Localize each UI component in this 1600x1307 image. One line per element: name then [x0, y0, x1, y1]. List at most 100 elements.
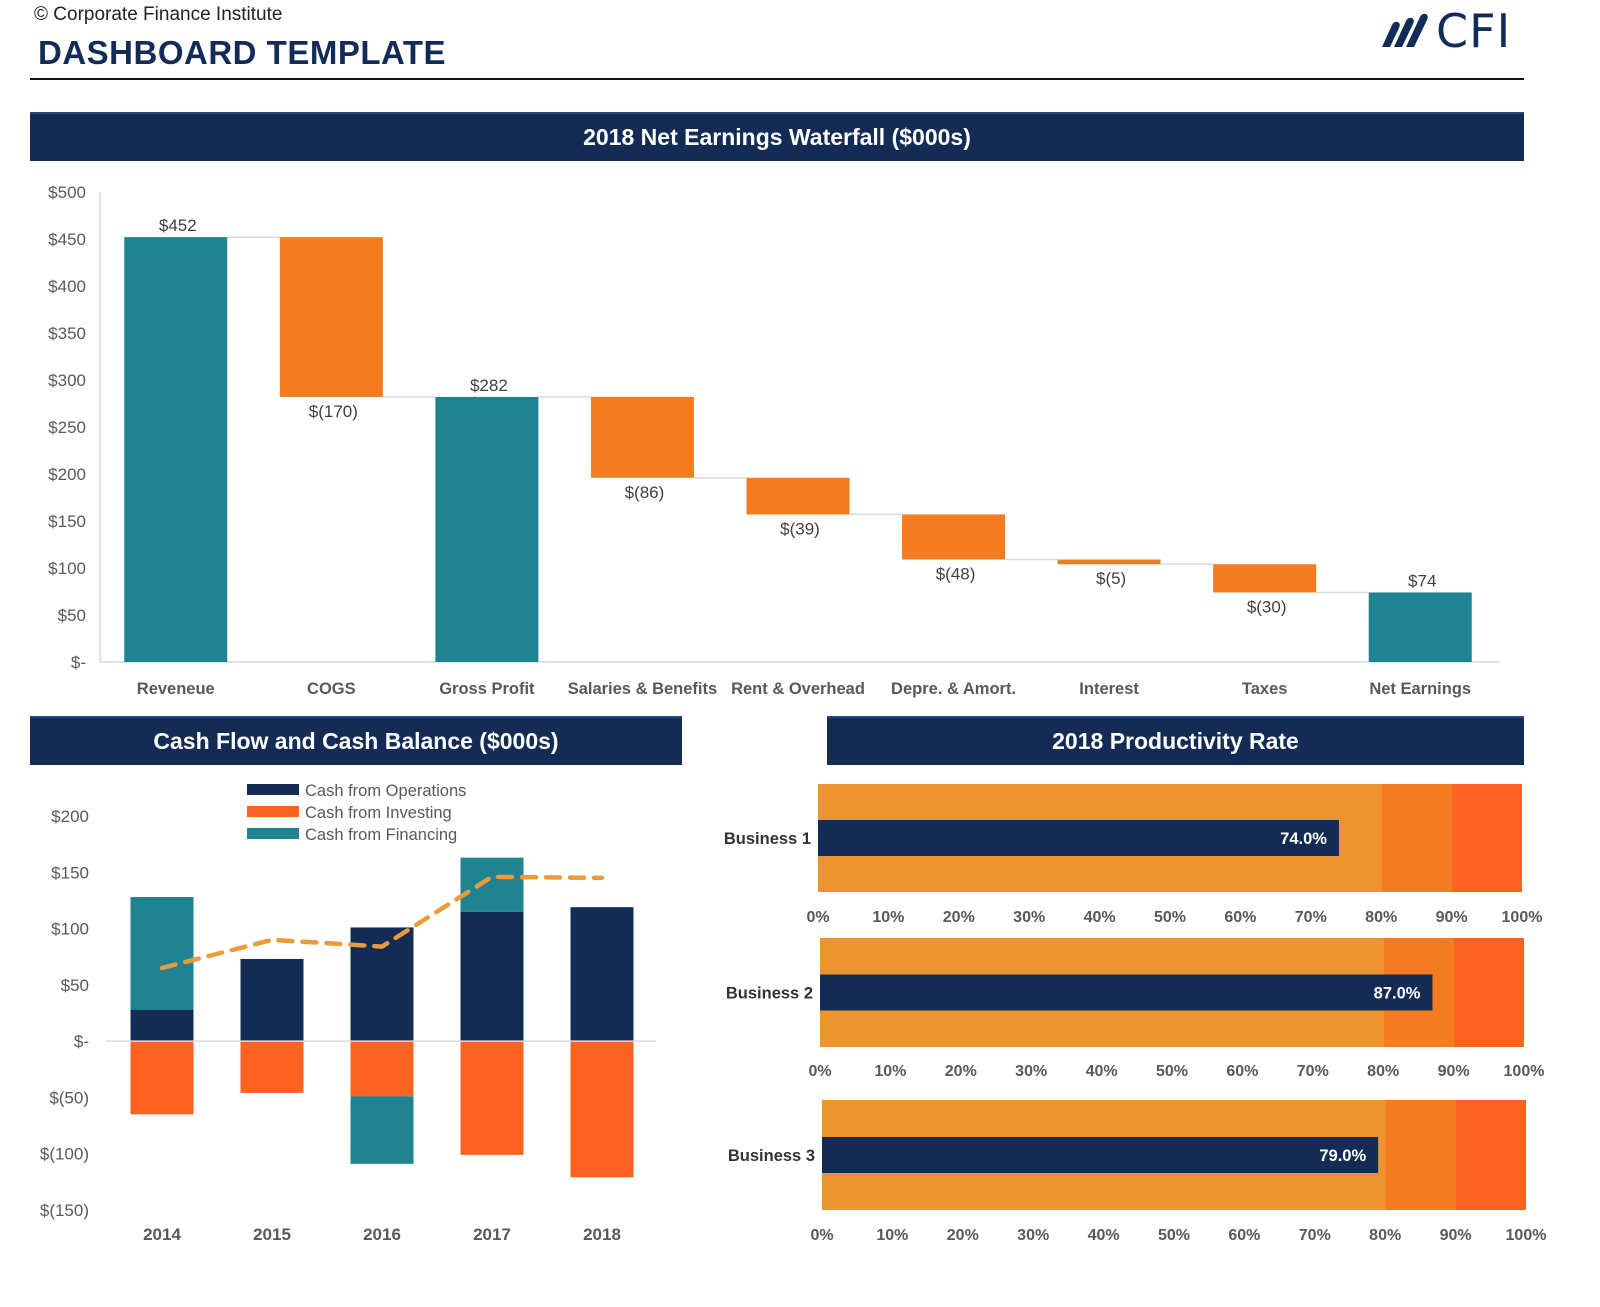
- waterfall-y-tick-label: $400: [48, 277, 86, 296]
- productivity-chart: 74.0% Business 1 0% 10% 20% 30% 40% 50% 60% 70% 80…: [724, 784, 1547, 1244]
- cashflow-chart: $(150) $(100) $(50) $- $50 $100 $150 $200 Cash f…: [40, 782, 656, 1244]
- waterfall-data-label: $282: [470, 376, 508, 395]
- productivity-band: [1453, 938, 1524, 1047]
- productivity-data-label: 87.0%: [1374, 985, 1421, 1003]
- waterfall-category-label: Net Earnings: [1369, 680, 1471, 698]
- productivity-x-tick-label: 10%: [874, 1063, 906, 1080]
- productivity-x-tick-label: 70%: [1299, 1227, 1331, 1244]
- waterfall-bar: [435, 396, 539, 662]
- waterfall-category-label: Depre. & Amort.: [891, 680, 1016, 698]
- productivity-x-tick-label: 40%: [1086, 1063, 1118, 1080]
- waterfall-data-label: $(170): [309, 402, 358, 421]
- legend-swatch: [247, 828, 299, 839]
- waterfall-data-label: $(5): [1096, 569, 1126, 588]
- waterfall-chart: $- $50 $100 $150 $200 $250 $300 $350 $400 $450 $50…: [48, 183, 1500, 698]
- productivity-x-tick-label: 10%: [876, 1227, 908, 1244]
- waterfall-bar: [902, 514, 1006, 560]
- cashflow-bar-segment: [130, 897, 194, 1010]
- productivity-x-tick-label: 50%: [1156, 1063, 1188, 1080]
- legend-swatch: [247, 806, 299, 817]
- productivity-x-tick-label: 90%: [1436, 909, 1468, 926]
- waterfall-data-label: $(30): [1247, 597, 1287, 616]
- productivity-x-tick-label: 40%: [1084, 909, 1116, 926]
- legend-swatch: [247, 784, 299, 795]
- cashflow-y-tick-label: $(100): [40, 1145, 89, 1164]
- cashflow-bar-segment: [570, 907, 634, 1042]
- productivity-band: [1385, 1100, 1456, 1210]
- waterfall-y-tick-label: $150: [48, 512, 86, 531]
- dashboard-charts: $- $50 $100 $150 $200 $250 $300 $350 $400 $450 $50…: [40, 183, 1547, 1244]
- productivity-x-tick-label: 100%: [1506, 1227, 1547, 1244]
- waterfall-data-label: $(39): [780, 519, 820, 538]
- waterfall-y-tick-label: $500: [48, 183, 86, 202]
- waterfall-bar: [746, 477, 850, 515]
- productivity-band: [1451, 784, 1522, 892]
- cashflow-y-tick-label: $150: [51, 863, 89, 882]
- cashflow-y-tick-label: $100: [51, 920, 89, 939]
- cashflow-category-label: 2016: [363, 1225, 401, 1244]
- productivity-x-tick-label: 80%: [1365, 909, 1397, 926]
- waterfall-y-tick-label: $50: [58, 606, 86, 625]
- cashflow-bar-segment: [570, 1041, 634, 1178]
- cashflow-category-label: 2015: [253, 1225, 291, 1244]
- waterfall-category-label: COGS: [307, 680, 356, 698]
- productivity-x-tick-label: 90%: [1440, 1227, 1472, 1244]
- waterfall-category-label: Interest: [1079, 680, 1139, 698]
- waterfall-y-tick-label: $100: [48, 559, 86, 578]
- productivity-x-tick-label: 20%: [943, 909, 975, 926]
- productivity-bar: [820, 974, 1433, 1011]
- productivity-category-label: Business 3: [728, 1147, 815, 1165]
- productivity-x-tick-label: 30%: [1013, 909, 1045, 926]
- waterfall-data-label: $(86): [625, 483, 665, 502]
- cashflow-category-label: 2014: [143, 1225, 181, 1244]
- waterfall-bar: [1368, 592, 1472, 662]
- productivity-x-tick-label: 20%: [947, 1227, 979, 1244]
- productivity-data-label: 74.0%: [1280, 830, 1327, 848]
- productivity-x-tick-label: 0%: [806, 909, 829, 926]
- legend-label: Cash from Operations: [305, 782, 466, 800]
- waterfall-category-label: Gross Profit: [439, 680, 535, 698]
- productivity-x-tick-label: 60%: [1224, 909, 1256, 926]
- productivity-x-tick-label: 90%: [1438, 1063, 1470, 1080]
- productivity-band: [1381, 784, 1452, 892]
- productivity-x-tick-label: 100%: [1502, 909, 1543, 926]
- productivity-category-label: Business 2: [726, 985, 813, 1003]
- productivity-x-tick-label: 0%: [810, 1227, 833, 1244]
- cashflow-category-label: 2017: [473, 1225, 511, 1244]
- productivity-x-tick-label: 80%: [1369, 1227, 1401, 1244]
- waterfall-bar: [590, 396, 694, 478]
- cashflow-y-tick-label: $50: [61, 976, 89, 995]
- cashflow-y-tick-label: $(150): [40, 1201, 89, 1220]
- cashflow-bar-segment: [240, 958, 304, 1042]
- waterfall-data-label: $452: [159, 216, 197, 235]
- productivity-x-tick-label: 40%: [1088, 1227, 1120, 1244]
- productivity-x-tick-label: 60%: [1226, 1063, 1258, 1080]
- productivity-data-label: 79.0%: [1319, 1147, 1366, 1165]
- productivity-bar: [822, 1137, 1379, 1173]
- cashflow-bar-segment: [130, 1009, 194, 1042]
- productivity-x-tick-label: 80%: [1367, 1063, 1399, 1080]
- waterfall-bar: [124, 237, 228, 662]
- cashflow-y-tick-label: $(50): [49, 1088, 89, 1107]
- waterfall-category-label: Reveneue: [137, 680, 215, 698]
- waterfall-bar: [1213, 564, 1317, 593]
- legend-label: Cash from Investing: [305, 804, 452, 822]
- waterfall-data-label: $74: [1408, 571, 1436, 590]
- waterfall-y-tick-label: $200: [48, 465, 86, 484]
- cashflow-bar-segment: [460, 857, 524, 912]
- productivity-band: [1455, 1100, 1526, 1210]
- productivity-x-tick-label: 50%: [1158, 1227, 1190, 1244]
- cashflow-bar-segment: [460, 911, 524, 1042]
- waterfall-y-tick-label: $-: [71, 653, 86, 672]
- productivity-x-tick-label: 20%: [945, 1063, 977, 1080]
- waterfall-bar: [1057, 559, 1161, 565]
- cashflow-category-label: 2018: [583, 1225, 621, 1244]
- cashflow-bar-segment: [460, 1041, 524, 1155]
- productivity-x-tick-label: 0%: [808, 1063, 831, 1080]
- waterfall-data-label: $(48): [936, 565, 976, 584]
- productivity-x-tick-label: 100%: [1504, 1063, 1545, 1080]
- waterfall-category-label: Rent & Overhead: [731, 680, 865, 698]
- cashflow-y-tick-label: $-: [74, 1032, 89, 1051]
- productivity-x-tick-label: 60%: [1228, 1227, 1260, 1244]
- productivity-x-tick-label: 10%: [872, 909, 904, 926]
